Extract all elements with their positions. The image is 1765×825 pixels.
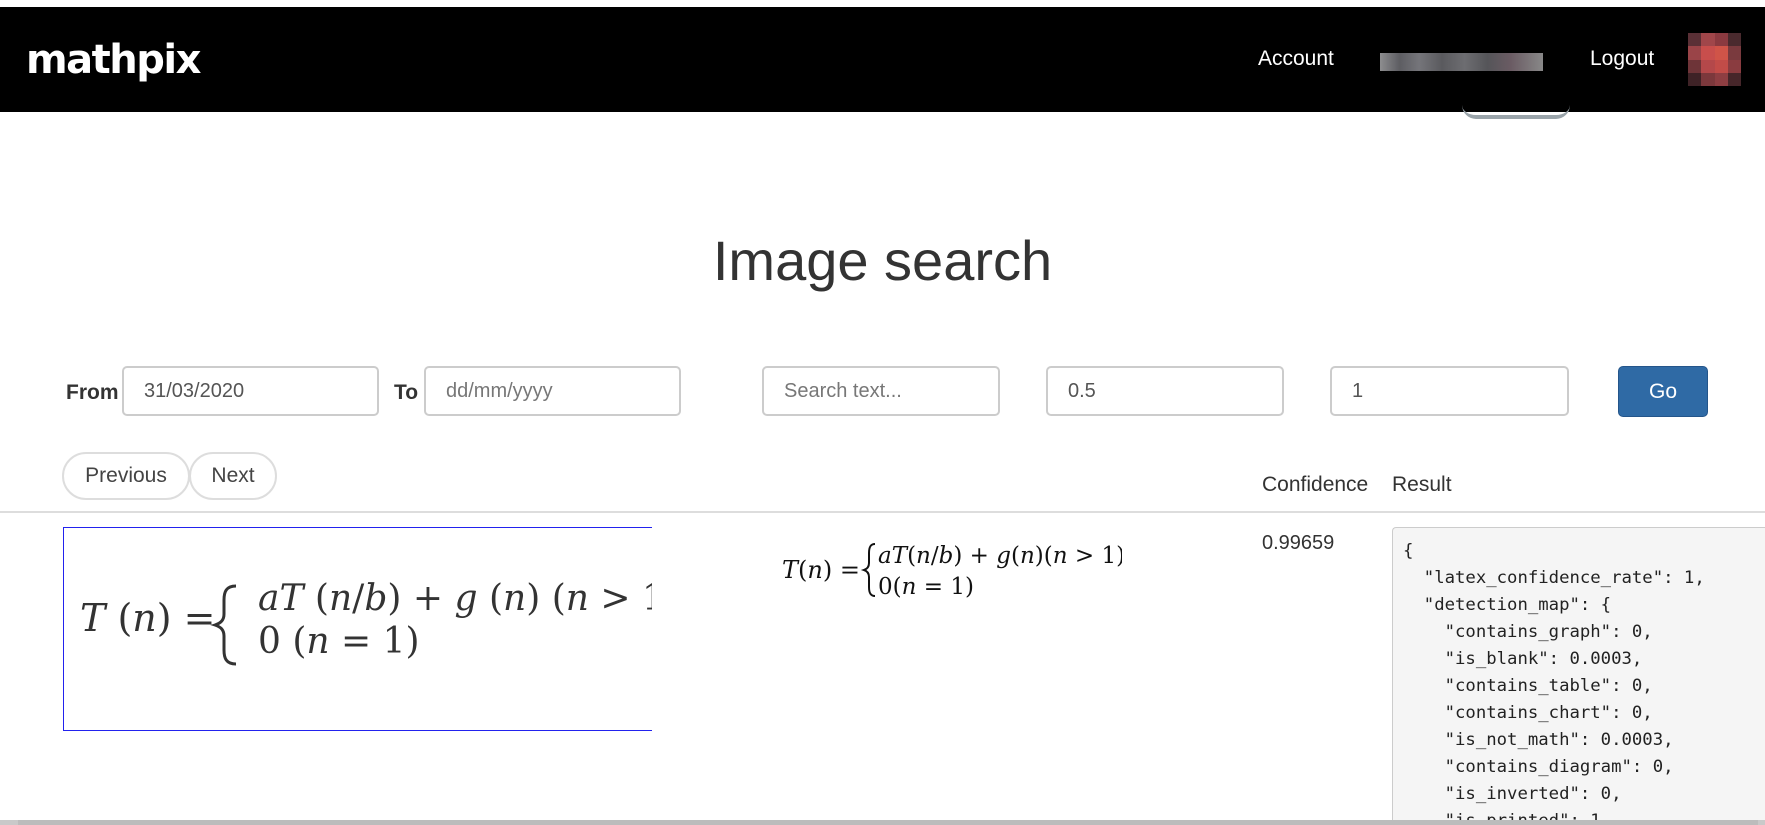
- user-avatar[interactable]: [1688, 33, 1741, 86]
- go-button[interactable]: Go: [1618, 366, 1708, 417]
- table-divider: [0, 511, 1765, 513]
- source-image: T (n) = aT (n/b) + g (n) (n > 1) 0 (n = …: [63, 527, 652, 731]
- rendered-latex: T(n) = aT(n/b) + g(n)(n > 1) 0(n = 1): [782, 536, 1125, 611]
- previous-button[interactable]: Previous: [62, 452, 190, 500]
- confidence-threshold-input[interactable]: [1046, 366, 1284, 416]
- page-number-input[interactable]: [1330, 366, 1569, 416]
- svg-text:aT(n/b) + g(n)(n > 1): aT(n/b) + g(n)(n > 1): [878, 543, 1122, 569]
- to-date-input[interactable]: [424, 366, 681, 416]
- nav-account-link[interactable]: Account: [1258, 47, 1334, 71]
- nav-logout-link[interactable]: Logout: [1590, 47, 1654, 71]
- search-text-input[interactable]: [762, 366, 1000, 416]
- blurred-user-email: [1380, 53, 1543, 71]
- result-json-text: { "latex_confidence_rate": 1, "detection…: [1403, 541, 1705, 825]
- to-label: To: [394, 381, 419, 404]
- svg-text:aT (n/b) + g (n) (n > 1): aT (n/b) + g (n) (n > 1): [258, 578, 652, 619]
- confidence-column-header: Confidence: [1262, 473, 1369, 496]
- confidence-value: 0.99659: [1262, 532, 1335, 554]
- svg-text:0 (n = 1): 0 (n = 1): [258, 621, 420, 662]
- from-date-input[interactable]: [122, 366, 379, 416]
- svg-text:T (n) =: T (n) =: [80, 596, 216, 640]
- horizontal-scrollbar-thumb[interactable]: [18, 820, 1758, 825]
- result-column-header: Result: [1392, 473, 1452, 496]
- from-label: From: [66, 381, 119, 404]
- page-title: Image search: [712, 229, 1053, 292]
- svg-text:T(n) =: T(n) =: [782, 556, 860, 584]
- result-json-box[interactable]: { "latex_confidence_rate": 1, "detection…: [1392, 527, 1765, 825]
- svg-text:0(n = 1): 0(n = 1): [878, 574, 974, 600]
- mathpix-logo[interactable]: mathpix: [26, 37, 201, 83]
- dropdown-swoosh: [1462, 105, 1570, 119]
- top-strip: [0, 0, 1765, 7]
- navbar: mathpix Account Logout: [0, 7, 1765, 112]
- next-button[interactable]: Next: [189, 452, 277, 500]
